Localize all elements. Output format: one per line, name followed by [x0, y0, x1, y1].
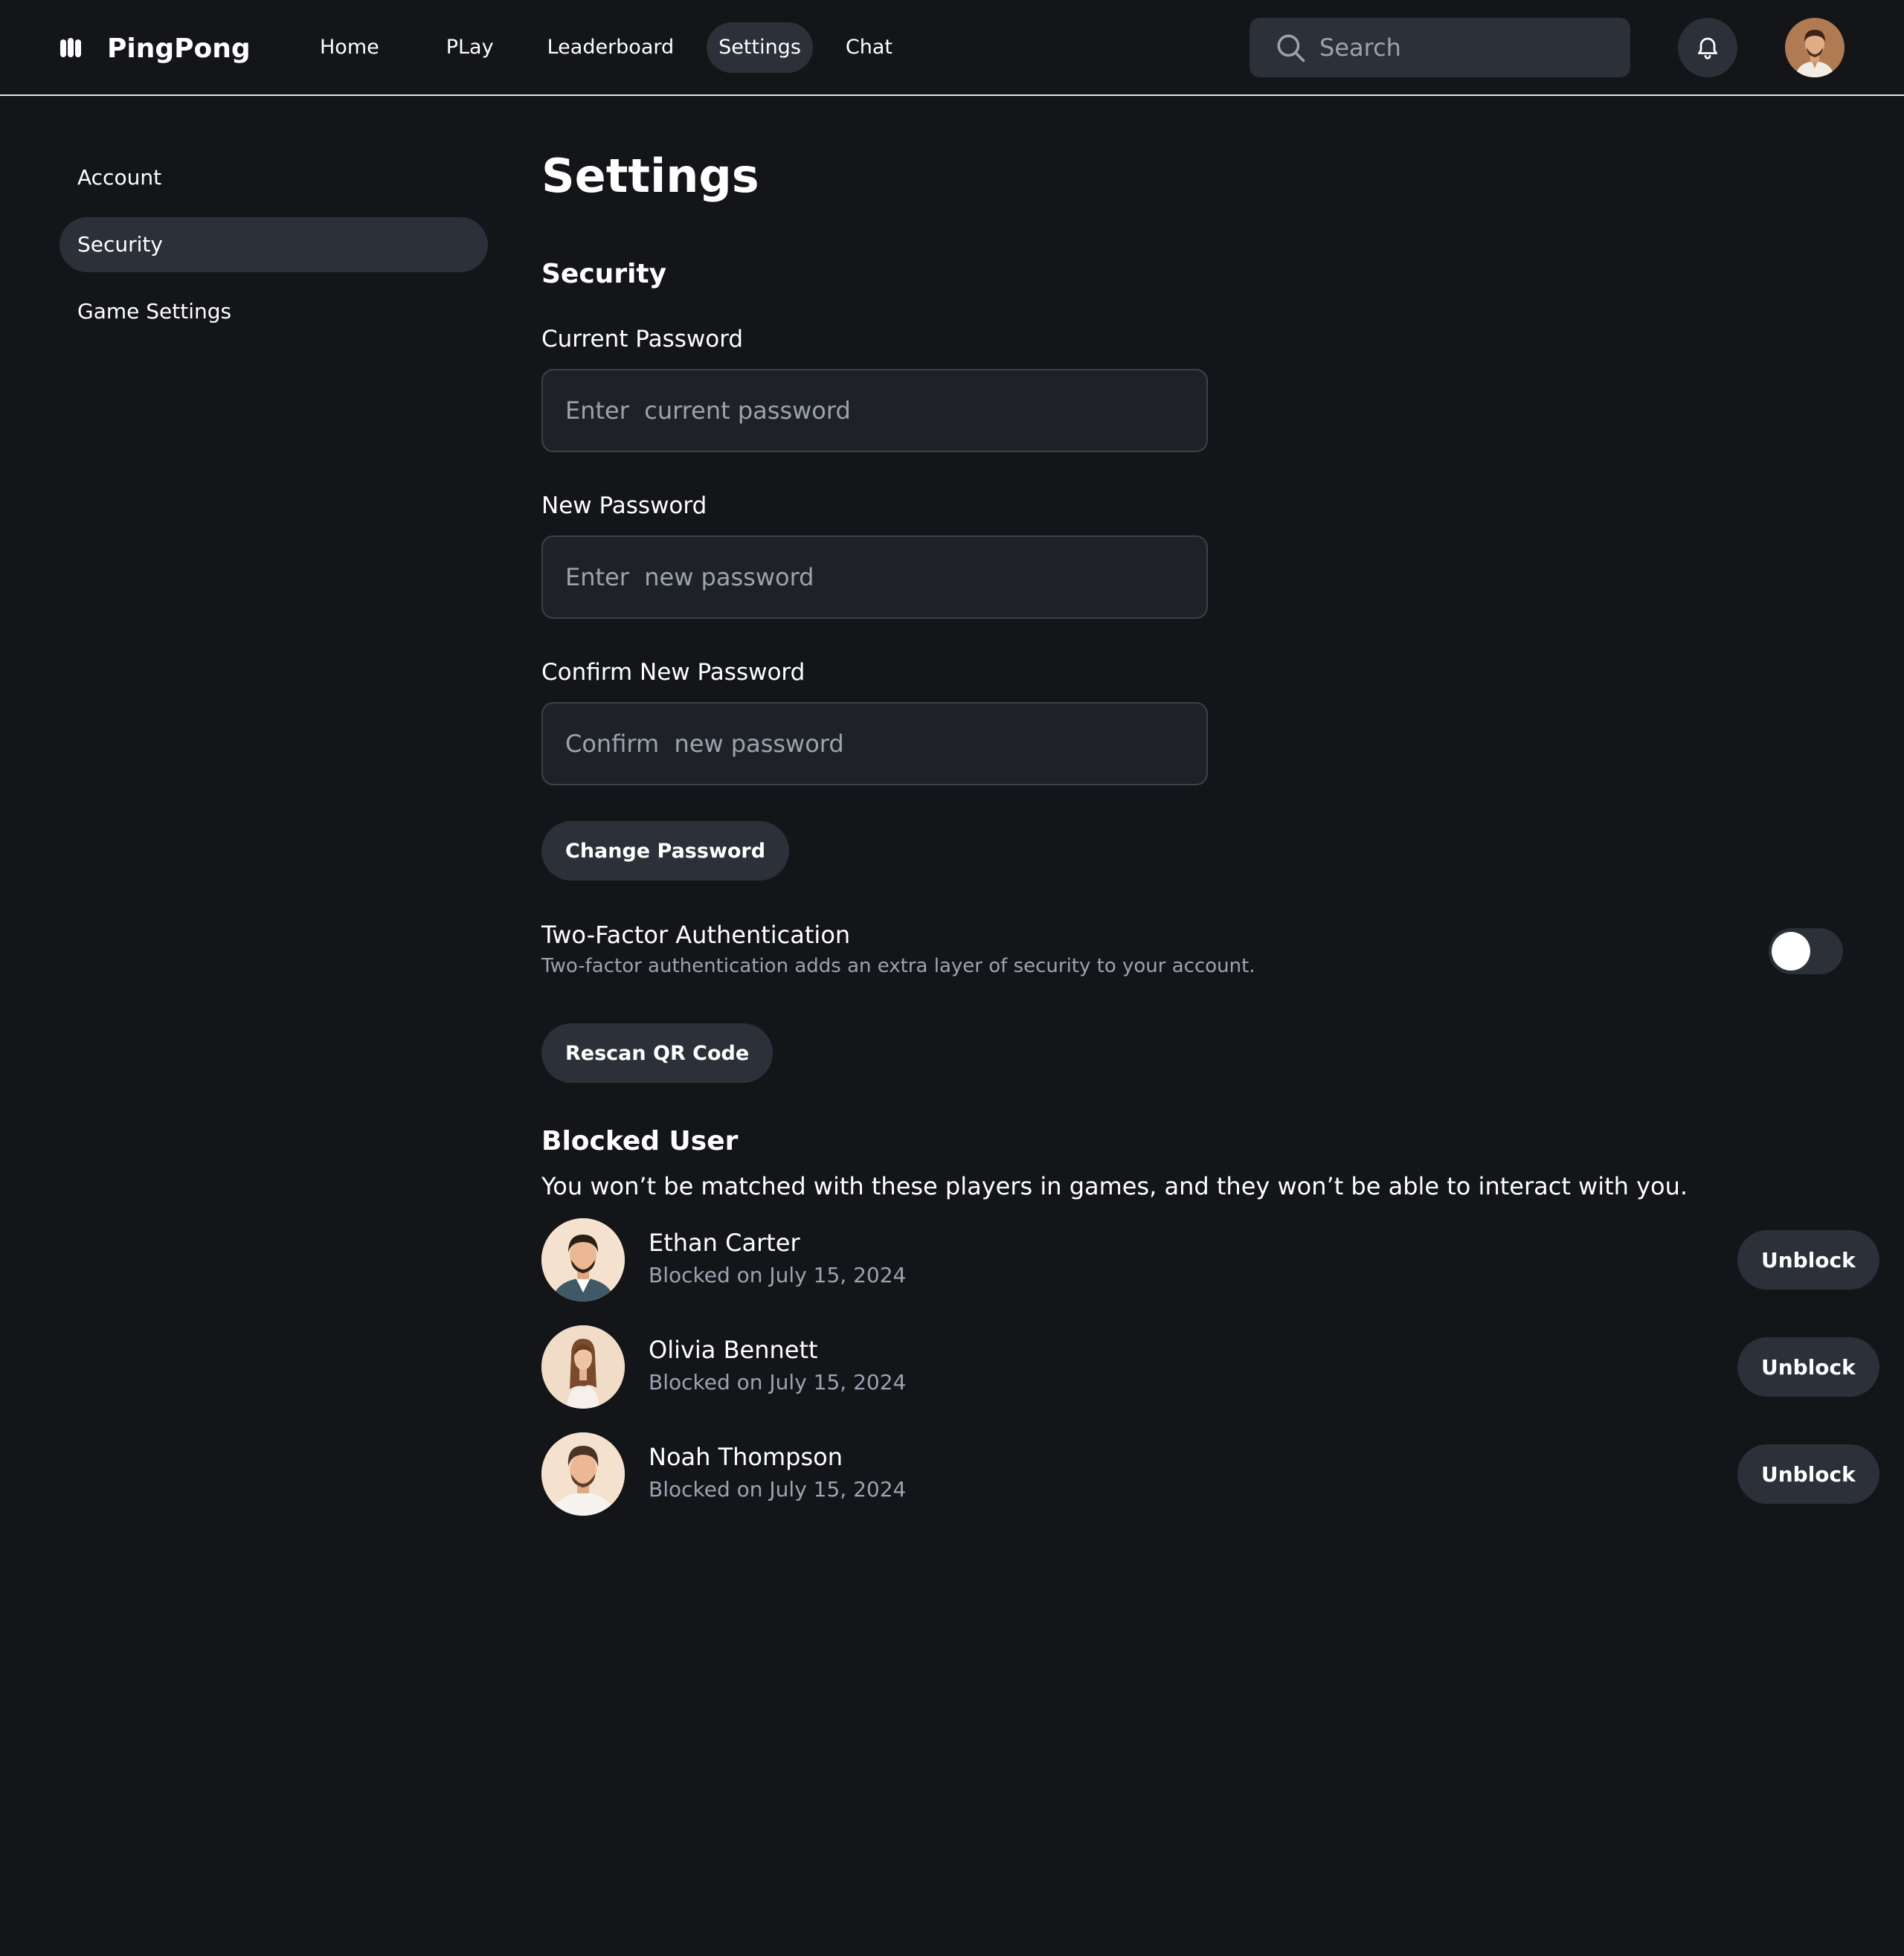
blocked-user-row: Olivia Bennett Blocked on July 15, 2024 …: [541, 1325, 1879, 1409]
confirm-password-input[interactable]: [543, 704, 1206, 784]
new-password-input[interactable]: [543, 537, 1206, 617]
sidebar-item-account-label: Account: [77, 165, 162, 190]
blocked-user-description: You won’t be matched with these players …: [541, 1172, 1688, 1200]
main-nav: Home PLay Leaderboard Settings Chat: [298, 22, 904, 73]
sidebar-item-security-label: Security: [77, 232, 163, 257]
brand[interactable]: PingPong: [60, 30, 251, 67]
profile-avatar-image: [1785, 18, 1844, 77]
search-icon: [1277, 34, 1305, 62]
blocked-user-row: Noah Thompson Blocked on July 15, 2024 U…: [541, 1432, 1879, 1516]
blocked-date: Blocked on July 15, 2024: [649, 1370, 907, 1394]
sidebar-item-game-settings-label: Game Settings: [77, 299, 232, 324]
nav-settings-label: Settings: [718, 36, 801, 59]
current-password-input[interactable]: [543, 370, 1206, 451]
blocked-user-title: Blocked User: [541, 1126, 739, 1156]
notifications-button[interactable]: [1678, 18, 1737, 77]
search-placeholder: Search: [1319, 33, 1401, 62]
nav-settings[interactable]: Settings: [707, 22, 813, 73]
nav-home-label: Home: [320, 36, 379, 59]
nav-leaderboard-label: Leaderboard: [547, 36, 675, 59]
two-factor-toggle[interactable]: [1769, 928, 1843, 974]
change-password-button[interactable]: Change Password: [541, 821, 790, 881]
settings-sidebar: Account Security Game Settings: [60, 150, 488, 351]
user-name: Noah Thompson: [649, 1443, 843, 1471]
sidebar-item-security[interactable]: Security: [60, 217, 488, 272]
nav-home[interactable]: Home: [308, 22, 391, 73]
nav-chat-label: Chat: [845, 36, 892, 59]
unblock-button[interactable]: Unblock: [1737, 1230, 1879, 1290]
nav-chat[interactable]: Chat: [834, 22, 904, 73]
confirm-password-label: Confirm New Password: [541, 659, 805, 686]
new-password-label: New Password: [541, 492, 707, 519]
user-avatar: [541, 1432, 625, 1516]
unblock-button[interactable]: Unblock: [1737, 1444, 1879, 1504]
user-name: Ethan Carter: [649, 1229, 800, 1257]
nav-leaderboard[interactable]: Leaderboard: [536, 22, 686, 73]
blocked-date: Blocked on July 15, 2024: [649, 1263, 907, 1287]
blocked-user-row: Ethan Carter Blocked on July 15, 2024 Un…: [541, 1218, 1879, 1302]
user-avatar: [541, 1218, 625, 1302]
sidebar-item-account[interactable]: Account: [60, 150, 488, 205]
two-factor-description: Two-factor authentication adds an extra …: [541, 955, 1255, 977]
two-factor-title: Two-Factor Authentication: [541, 921, 851, 949]
current-password-field-wrapper: [541, 369, 1208, 452]
user-avatar: [541, 1325, 625, 1409]
new-password-field-wrapper: [541, 535, 1208, 619]
bell-icon: [1697, 37, 1718, 59]
profile-avatar[interactable]: [1785, 18, 1844, 77]
top-navigation-bar: PingPong Home PLay Leaderboard Settings …: [0, 0, 1904, 96]
current-password-label: Current Password: [541, 326, 744, 353]
security-section-title: Security: [541, 259, 667, 289]
search-box[interactable]: Search: [1250, 18, 1630, 77]
rescan-qr-button[interactable]: Rescan QR Code: [541, 1023, 774, 1083]
user-name: Olivia Bennett: [649, 1336, 818, 1364]
nav-play-label: PLay: [446, 36, 494, 59]
sidebar-item-game-settings[interactable]: Game Settings: [60, 284, 488, 339]
blocked-date: Blocked on July 15, 2024: [649, 1477, 907, 1502]
brand-name: PingPong: [107, 33, 251, 64]
unblock-button[interactable]: Unblock: [1737, 1337, 1879, 1397]
page-title: Settings: [541, 149, 759, 203]
nav-play[interactable]: PLay: [434, 22, 506, 73]
toggle-knob: [1772, 932, 1810, 971]
logo-icon: [60, 38, 81, 57]
confirm-password-field-wrapper: [541, 702, 1208, 785]
